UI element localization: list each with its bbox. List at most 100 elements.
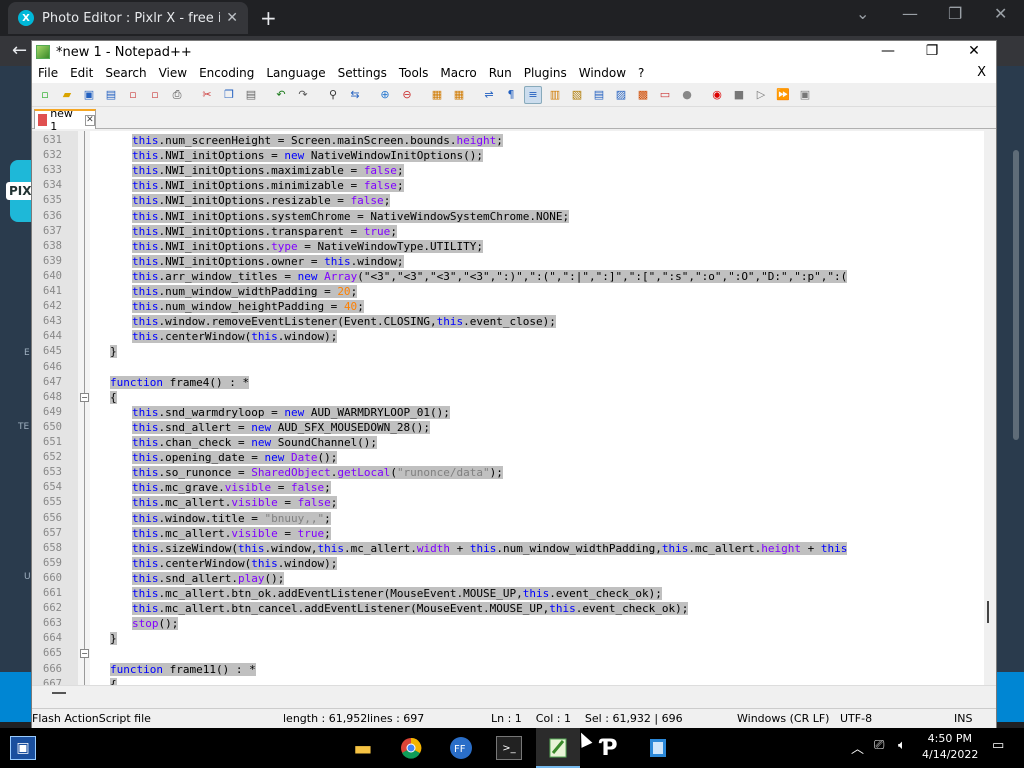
code-line[interactable]: 644 this.centerWindow(this.window); (32, 329, 996, 344)
record-macro-icon[interactable]: ◉ (708, 86, 726, 104)
p-app-icon[interactable]: Ƥ (596, 736, 622, 761)
paste-icon[interactable]: ▤ (242, 86, 260, 104)
fold-toggle-icon[interactable]: − (80, 649, 89, 659)
code-line[interactable]: 639 this.NWI_initOptions.owner = this.win… (32, 254, 996, 269)
indent-guide-icon[interactable]: ≡ (524, 85, 542, 104)
new-tab-icon[interactable]: + (260, 6, 277, 30)
code-line[interactable]: 633 this.NWI_initOptions.maximizable = fa… (32, 163, 996, 178)
h-scroll-thumb[interactable] (52, 692, 66, 694)
menu-item[interactable]: ? (632, 66, 650, 80)
minimize-button[interactable]: — (866, 41, 910, 63)
code-line[interactable]: 636 this.NWI_initOptions.systemChrome = N… (32, 209, 996, 224)
close-button[interactable]: ✕ (952, 41, 996, 63)
back-arrow-icon[interactable]: ← (12, 40, 27, 61)
code-line[interactable]: 648 { (32, 390, 996, 405)
sync-horizontal-icon[interactable]: ▦ (450, 86, 468, 104)
ffdec-icon[interactable]: FF (448, 736, 474, 760)
menu-item[interactable]: Edit (64, 66, 99, 80)
fold-toggle-icon[interactable]: − (80, 392, 89, 402)
doc-map-icon[interactable]: ▧ (568, 86, 586, 104)
replace-icon[interactable]: ⇆ (346, 86, 364, 104)
folder-workspace-icon[interactable]: ▩ (634, 86, 652, 104)
tab-search-icon[interactable]: ⌄ (856, 4, 869, 23)
menu-item[interactable]: Search (99, 66, 152, 80)
code-line[interactable]: 656 this.window.title = "bnuuy,,"; (32, 511, 996, 526)
doc-list-icon[interactable]: ▤ (590, 86, 608, 104)
code-line[interactable]: 649 this.snd_warmdryloop = new AUD_WARMDR… (32, 405, 996, 420)
reader-app-icon[interactable] (645, 736, 671, 760)
code-line[interactable]: 640 this.arr_window_titles = new Array("<… (32, 269, 996, 284)
code-line[interactable]: 665 (32, 646, 996, 661)
network-icon[interactable]: ⎚ (874, 738, 884, 753)
show-all-chars-icon[interactable]: ¶ (502, 86, 520, 104)
code-line[interactable]: 638 this.NWI_initOptions.type = NativeWin… (32, 239, 996, 254)
zoom-out-icon[interactable]: ⊖ (398, 86, 416, 104)
save-icon[interactable]: ▣ (80, 86, 98, 104)
terminal-icon[interactable]: >_ (496, 736, 522, 760)
code-line[interactable]: 635 this.NWI_initOptions.resizable = fals… (32, 193, 996, 208)
undo-icon[interactable]: ↶ (272, 86, 290, 104)
zoom-in-icon[interactable]: ⊕ (376, 86, 394, 104)
code-line[interactable]: 662 this.mc_allert.btn_cancel.addEventLis… (32, 601, 996, 616)
menu-item[interactable]: File (32, 66, 64, 80)
redo-icon[interactable]: ↷ (294, 86, 312, 104)
file-tab[interactable]: new 1 ✕ (34, 107, 96, 133)
browser-tab[interactable]: X Photo Editor : Pixlr X - free image ✕ (8, 2, 248, 34)
code-line[interactable]: 631 this.num_screenHeight = Screen.mainSc… (32, 133, 996, 148)
menu-item[interactable]: Settings (332, 66, 393, 80)
run-macro-multiple-icon[interactable]: ⏩ (774, 86, 792, 104)
code-line[interactable]: 634 this.NWI_initOptions.minimizable = fa… (32, 178, 996, 193)
function-list-icon[interactable]: ▨ (612, 86, 630, 104)
copy-icon[interactable]: ❐ (220, 86, 238, 104)
code-line[interactable]: 641 this.num_window_widthPadding = 20; (32, 284, 996, 299)
menu-item[interactable]: Run (483, 66, 518, 80)
title-bar[interactable]: *new 1 - Notepad++ — ❐ ✕ (32, 41, 996, 63)
print-icon[interactable]: ⎙ (168, 86, 186, 104)
menu-item[interactable]: View (153, 66, 193, 80)
code-line[interactable]: 658 this.sizeWindow(this.window,this.mc_a… (32, 541, 996, 556)
cut-icon[interactable]: ✂ (198, 86, 216, 104)
code-line[interactable]: 651 this.chan_check = new SoundChannel(); (32, 435, 996, 450)
close-all-icon[interactable]: ▫ (146, 86, 164, 104)
word-wrap-icon[interactable]: ⇌ (480, 86, 498, 104)
code-line[interactable]: 663 stop(); (32, 616, 996, 631)
code-line[interactable]: 645} (32, 344, 996, 359)
code-line[interactable]: 653 this.so_runonce = SharedObject.getLoc… (32, 465, 996, 480)
notepadpp-taskbar-icon[interactable] (545, 736, 571, 760)
system-clock[interactable]: 4:50 PM 4/14/2022 (922, 731, 978, 763)
code-line[interactable]: 652 this.opening_date = new Date(); (32, 450, 996, 465)
stop-macro-icon[interactable]: ■ (730, 86, 748, 104)
code-line[interactable]: 661 this.mc_allert.btn_ok.addEventListene… (32, 586, 996, 601)
code-line[interactable]: 659 this.centerWindow(this.window); (32, 556, 996, 571)
code-editor[interactable]: 631 this.num_screenHeight = Screen.mainSc… (32, 131, 996, 685)
menu-item[interactable]: Plugins (518, 66, 573, 80)
code-line[interactable]: 637 this.NWI_initOptions.transparent = tr… (32, 224, 996, 239)
page-scrollbar[interactable] (1013, 150, 1019, 440)
browser-close-icon[interactable]: ✕ (994, 4, 1007, 23)
save-macro-icon[interactable]: ▣ (796, 86, 814, 104)
browser-restore-icon[interactable]: ❐ (948, 4, 962, 23)
menu-item[interactable]: Tools (393, 66, 435, 80)
menu-item[interactable]: Macro (434, 66, 482, 80)
code-line[interactable]: 642 this.num_window_heightPadding = 40; (32, 299, 996, 314)
volume-icon[interactable]: 🔈︎ (898, 738, 906, 753)
save-all-icon[interactable]: ▤ (102, 86, 120, 104)
new-file-icon[interactable]: ▫ (36, 86, 54, 104)
code-line[interactable]: 632 this.NWI_initOptions = new NativeWind… (32, 148, 996, 163)
code-line[interactable]: 657 this.mc_allert.visible = true; (32, 526, 996, 541)
code-line[interactable]: 666 function frame11() : * (32, 662, 996, 677)
menu-item[interactable]: Language (260, 66, 331, 80)
monitoring-icon[interactable]: ▭ (656, 86, 674, 104)
code-line[interactable]: 647 function frame4() : * (32, 375, 996, 390)
notifications-icon[interactable]: ▭ (992, 738, 1004, 753)
code-line[interactable]: 643 this.window.removeEventListener(Event… (32, 314, 996, 329)
maximize-button[interactable]: ❐ (910, 41, 954, 63)
code-line[interactable]: 660 this.snd_allert.play(); (32, 571, 996, 586)
show-hidden-icons-icon[interactable]: ︿ (851, 738, 864, 757)
close-file-icon[interactable]: ▫ (124, 86, 142, 104)
code-line[interactable]: 664} (32, 631, 996, 646)
find-icon[interactable]: ⚲ (324, 86, 342, 104)
monitoring-2-icon[interactable]: ● (678, 86, 696, 104)
close-document-button[interactable]: X (971, 65, 992, 80)
file-explorer-icon[interactable]: ▬ (350, 736, 376, 760)
